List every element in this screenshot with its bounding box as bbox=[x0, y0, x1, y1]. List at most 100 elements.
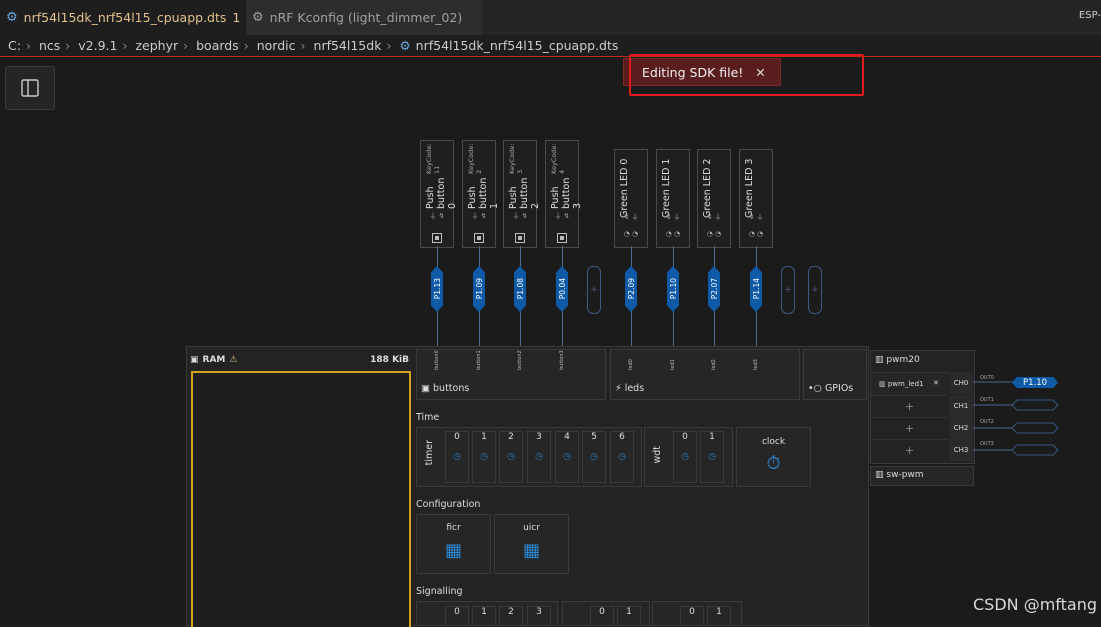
add-channel-slot[interactable]: + bbox=[871, 417, 948, 440]
toggle-sidebar-button[interactable] bbox=[5, 66, 55, 110]
pin-p2-07[interactable]: P2.07 bbox=[708, 266, 720, 312]
pwm-channel[interactable]: CH0 bbox=[949, 372, 973, 394]
device-push-button-0[interactable]: Push button 0 KeyCode: 11 ⏚ ↯ bbox=[420, 140, 458, 248]
pwm-node-row[interactable]: ▥ pwm_led1 ✕ bbox=[871, 372, 948, 395]
pin-p1-10-output[interactable]: P1.10 bbox=[1012, 377, 1058, 388]
button-icon bbox=[474, 233, 484, 243]
ficr-tile[interactable]: ficr ▦ bbox=[416, 514, 491, 574]
pwm-output-wires bbox=[973, 381, 1059, 456]
add-pin-slot[interactable]: + bbox=[808, 266, 822, 314]
signalling-instance[interactable]: 3 bbox=[527, 606, 551, 625]
close-icon[interactable]: ✕ bbox=[933, 379, 939, 387]
tab-dts-file[interactable]: ⚙ nrf54l15dk_nrf54l15_cpuapp.dts 1 ✕ bbox=[0, 0, 264, 35]
device-keycode: KeyCode: 11 bbox=[425, 143, 441, 174]
timer-instance[interactable]: 6 ◷ bbox=[610, 431, 634, 483]
timer-icon: ◷ bbox=[618, 452, 626, 462]
signalling-instance[interactable]: 1 bbox=[472, 606, 496, 625]
timer-instance[interactable]: 4 ◷ bbox=[555, 431, 579, 483]
pin-label: P1.10 bbox=[1022, 377, 1048, 388]
clock-tile[interactable]: clock ⏱ bbox=[736, 427, 811, 487]
timer-icon: ◷ bbox=[708, 452, 716, 462]
pin-p1-13[interactable]: P1.13 bbox=[431, 266, 443, 312]
timer-instance[interactable]: 1 ◷ bbox=[472, 431, 496, 483]
gpio-flags-icon: ↯ ⏚ bbox=[706, 213, 722, 221]
clock-icon: ⏱ bbox=[766, 453, 781, 474]
breadcrumb-item[interactable]: boards bbox=[196, 38, 239, 53]
timer-instance[interactable]: 3 ◷ bbox=[527, 431, 551, 483]
pin-slot-label: led3 bbox=[753, 359, 759, 370]
uicr-label: uicr bbox=[523, 523, 540, 533]
pwm-icon: ▥ bbox=[879, 380, 886, 388]
device-push-button-1[interactable]: Push button 1 KeyCode: 2 ⏚ ↯ bbox=[462, 140, 500, 248]
pin-p1-14[interactable]: P1.14 bbox=[750, 266, 762, 312]
pwm-icon: ▥ bbox=[875, 355, 884, 365]
pin-p1-08[interactable]: P1.08 bbox=[514, 266, 526, 312]
button-icon bbox=[557, 233, 567, 243]
sw-pwm-panel[interactable]: ▥ sw-pwm bbox=[870, 466, 974, 486]
signalling-instance[interactable]: 0 bbox=[590, 606, 614, 625]
timer-label: timer bbox=[424, 440, 435, 466]
section-title-configuration: Configuration bbox=[416, 499, 481, 510]
pwm-channel[interactable]: CH2 bbox=[949, 417, 973, 439]
pwm20-panel[interactable]: ▥ pwm20 ▥ pwm_led1 ✕ + + + CH0 CH1 CH2 C… bbox=[870, 350, 975, 464]
pwm-node-label: pwm_led1 bbox=[887, 380, 924, 388]
breadcrumb-item[interactable]: v2.9.1 bbox=[78, 38, 117, 53]
device-green-led-2[interactable]: Green LED 2 ↯ ⏚ ◔ ◔ bbox=[697, 149, 731, 248]
highlight-frame bbox=[629, 54, 864, 96]
device-green-led-1[interactable]: Green LED 1 ↯ ⏚ ◔ ◔ bbox=[656, 149, 690, 248]
pin-slot-label: led2 bbox=[711, 359, 717, 370]
timer-instance[interactable]: 2 ◷ bbox=[499, 431, 523, 483]
pin-label: P1.08 bbox=[515, 278, 525, 300]
add-pin-slot[interactable]: + bbox=[781, 266, 795, 314]
pin-slot-label: button1 bbox=[476, 350, 482, 370]
pwm-channel[interactable]: CH3 bbox=[949, 439, 973, 461]
add-channel-slot[interactable]: + bbox=[871, 439, 948, 462]
gpios-group[interactable]: •○ GPIOs bbox=[803, 349, 867, 400]
pin-p1-10[interactable]: P1.10 bbox=[667, 266, 679, 312]
wdt-instance[interactable]: 1 ◷ bbox=[700, 431, 724, 483]
timer-instance[interactable]: 5 ◷ bbox=[582, 431, 606, 483]
table-icon: ▦ bbox=[444, 540, 462, 561]
button-icon bbox=[515, 233, 525, 243]
signalling-instance[interactable]: 1 bbox=[617, 606, 641, 625]
timer-instance[interactable]: 0 ◷ bbox=[445, 431, 469, 483]
add-pin-slot[interactable]: + bbox=[587, 266, 601, 314]
breadcrumb-item[interactable]: zephyr bbox=[135, 38, 178, 53]
ram-region[interactable]: ▣ RAM ⚠ 188 KiB bbox=[190, 350, 411, 627]
breadcrumb-item[interactable]: nordic bbox=[257, 38, 296, 53]
pin-p1-09[interactable]: P1.09 bbox=[473, 266, 485, 312]
tab-kconfig[interactable]: ⚙ nRF Kconfig (light_dimmer_02) bbox=[246, 0, 482, 35]
section-title-time: Time bbox=[416, 412, 440, 423]
device-keycode: KeyCode: 3 bbox=[508, 143, 524, 174]
sw-pwm-label: sw-pwm bbox=[886, 470, 924, 480]
device-green-led-3[interactable]: Green LED 3 ↯ ⏚ ◔ ◔ bbox=[739, 149, 773, 248]
pin-p2-09[interactable]: P2.09 bbox=[625, 266, 637, 312]
breadcrumb-item[interactable]: ncs bbox=[39, 38, 60, 53]
buttons-group[interactable]: button0 button1 button2 button3 ▣ button… bbox=[416, 349, 606, 400]
ram-memory-map[interactable] bbox=[191, 371, 411, 627]
wdt-instance[interactable]: 0 ◷ bbox=[673, 431, 697, 483]
signalling-instance[interactable]: 1 bbox=[707, 606, 731, 625]
signalling-instance[interactable]: 2 bbox=[499, 606, 523, 625]
device-green-led-0[interactable]: Green LED 0 ↯ ⏚ ◔ ◔ bbox=[614, 149, 648, 248]
breadcrumb-item[interactable]: nrf54l15dk bbox=[314, 38, 382, 53]
button-icon bbox=[432, 233, 442, 243]
signalling-instance[interactable]: 0 bbox=[445, 606, 469, 625]
pin-slot-label: button0 bbox=[434, 350, 440, 370]
add-channel-slot[interactable]: + bbox=[871, 395, 948, 418]
leds-group[interactable]: led0 led1 led2 led3 ⚡ leds bbox=[610, 349, 800, 400]
group-label: leds bbox=[624, 383, 645, 394]
device-push-button-2[interactable]: Push button 2 KeyCode: 3 ⏚ ↯ bbox=[503, 140, 541, 248]
timer-icon: ◷ bbox=[507, 452, 515, 462]
breadcrumb-item[interactable]: nrf54l15dk_nrf54l15_cpuapp.dts bbox=[416, 38, 619, 53]
devicetree-icon: ⚙ bbox=[6, 10, 18, 25]
signalling-instance[interactable]: 0 bbox=[680, 606, 704, 625]
pwm-channel[interactable]: CH1 bbox=[949, 395, 973, 417]
timer-icon: ◷ bbox=[681, 452, 689, 462]
uicr-tile[interactable]: uicr ▦ bbox=[494, 514, 569, 574]
timer-icon: ◷ bbox=[453, 452, 461, 462]
device-push-button-3[interactable]: Push button 3 KeyCode: 4 ⏚ ↯ bbox=[545, 140, 583, 248]
pin-p0-04[interactable]: P0.04 bbox=[556, 266, 568, 312]
breadcrumb-item[interactable]: C: bbox=[8, 38, 21, 53]
pin-label: P1.10 bbox=[668, 278, 678, 300]
